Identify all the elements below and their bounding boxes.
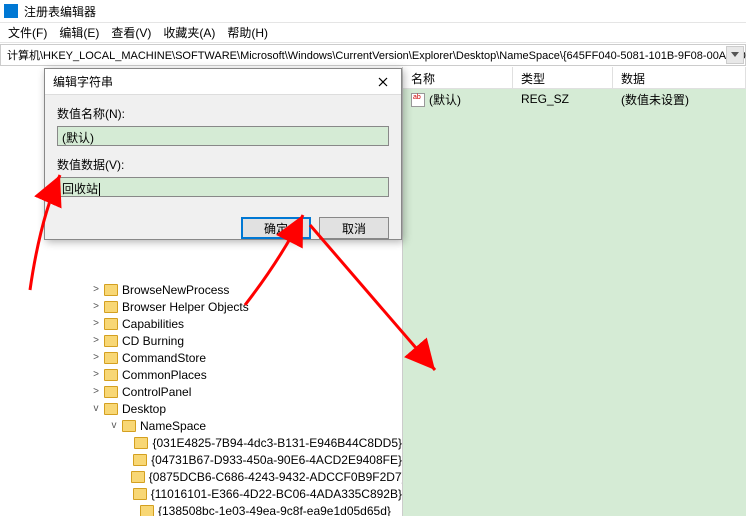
expander-icon[interactable]: v [108, 420, 120, 431]
expander-icon[interactable] [126, 454, 131, 465]
tree-item-label: {138508bc-1e03-49ea-9c8f-ea9e1d05d65d} [158, 504, 391, 517]
expander-icon[interactable] [126, 488, 131, 499]
folder-icon [104, 369, 118, 381]
tree-item[interactable]: > Browser Helper Objects [0, 298, 402, 315]
cell-type: REG_SZ [513, 90, 613, 108]
tree-item[interactable]: > CommonPlaces [0, 366, 402, 383]
folder-icon [104, 284, 118, 296]
tree-item[interactable]: v NameSpace [0, 417, 402, 434]
menu-favorites[interactable]: 收藏夹(A) [159, 23, 219, 42]
expander-icon[interactable]: v [90, 403, 102, 414]
tree-item-label: Browser Helper Objects [122, 300, 249, 314]
tree-item[interactable]: {0875DCB6-C686-4243-9432-ADCCF0B9F2D7} [0, 468, 402, 485]
window-title: 注册表编辑器 [24, 3, 96, 20]
cell-data: (数值未设置) [613, 89, 746, 110]
tree-item-label: {0875DCB6-C686-4243-9432-ADCCF0B9F2D7} [149, 470, 403, 484]
folder-icon [104, 318, 118, 330]
tree-item[interactable]: > BrowseNewProcess [0, 281, 402, 298]
expander-icon[interactable]: > [90, 318, 102, 329]
tree-item-label: CD Burning [122, 334, 184, 348]
tree-item[interactable]: > CommandStore [0, 349, 402, 366]
tree-item[interactable]: > ControlPanel [0, 383, 402, 400]
folder-icon [104, 352, 118, 364]
window-titlebar: 注册表编辑器 [0, 0, 746, 23]
address-dropdown-icon[interactable] [726, 46, 744, 64]
expander-icon[interactable] [126, 471, 129, 482]
edit-string-dialog: 编辑字符串 数值名称(N): (默认) 数值数据(V): 回收站 确定 取消 [44, 68, 402, 240]
values-panel[interactable]: 名称 类型 数据 (默认)REG_SZ(数值未设置) [403, 67, 746, 516]
values-header: 名称 类型 数据 [403, 67, 746, 89]
value-data-label: 数值数据(V): [57, 156, 389, 173]
tree-item[interactable]: v Desktop [0, 400, 402, 417]
dialog-titlebar[interactable]: 编辑字符串 [45, 69, 401, 95]
close-icon[interactable] [365, 69, 401, 95]
folder-icon [140, 505, 154, 517]
folder-icon [104, 386, 118, 398]
col-name[interactable]: 名称 [403, 67, 513, 88]
app-icon [4, 4, 18, 18]
folder-icon [104, 335, 118, 347]
ok-button[interactable]: 确定 [241, 217, 311, 239]
tree-item-label: NameSpace [140, 419, 206, 433]
cell-name: (默认) [403, 89, 513, 110]
expander-icon[interactable] [126, 437, 132, 448]
expander-icon[interactable]: > [90, 301, 102, 312]
folder-icon [104, 403, 118, 415]
tree-item-label: {031E4825-7B94-4dc3-B131-E946B44C8DD5} [152, 436, 402, 450]
tree-item[interactable]: {11016101-E366-4D22-BC06-4ADA335C892B} [0, 485, 402, 502]
tree-item[interactable]: > CD Burning [0, 332, 402, 349]
expander-icon[interactable]: > [90, 386, 102, 397]
expander-icon[interactable]: > [90, 335, 102, 346]
text-cursor-icon [99, 183, 100, 196]
menu-help[interactable]: 帮助(H) [223, 23, 272, 42]
value-data-field[interactable]: 回收站 [57, 177, 389, 197]
folder-icon [133, 488, 147, 500]
tree-item-label: {04731B67-D933-450a-90E6-4ACD2E9408FE} [151, 453, 402, 467]
string-value-icon [411, 93, 425, 107]
tree-item-label: Capabilities [122, 317, 184, 331]
tree-item[interactable]: {031E4825-7B94-4dc3-B131-E946B44C8DD5} [0, 434, 402, 451]
folder-icon [131, 471, 145, 483]
folder-icon [134, 437, 148, 449]
tree-item[interactable]: > Capabilities [0, 315, 402, 332]
menu-file[interactable]: 文件(F) [4, 23, 51, 42]
list-row[interactable]: (默认)REG_SZ(数值未设置) [403, 89, 746, 109]
menu-view[interactable]: 查看(V) [107, 23, 155, 42]
tree-item-label: Desktop [122, 402, 166, 416]
address-path: 计算机\HKEY_LOCAL_MACHINE\SOFTWARE\Microsof… [7, 47, 746, 63]
folder-icon [133, 454, 147, 466]
menubar: 文件(F) 编辑(E) 查看(V) 收藏夹(A) 帮助(H) [0, 23, 746, 43]
tree-item-label: {11016101-E366-4D22-BC06-4ADA335C892B} [151, 487, 402, 501]
folder-icon [104, 301, 118, 313]
col-data[interactable]: 数据 [613, 67, 746, 88]
expander-icon[interactable]: > [90, 369, 102, 380]
value-name-field[interactable]: (默认) [57, 126, 389, 146]
value-name-label: 数值名称(N): [57, 105, 389, 122]
expander-icon[interactable] [126, 505, 138, 516]
expander-icon[interactable]: > [90, 284, 102, 295]
tree-item-label: BrowseNewProcess [122, 283, 229, 297]
tree-item-label: ControlPanel [122, 385, 191, 399]
folder-icon [122, 420, 136, 432]
tree-item[interactable]: {04731B67-D933-450a-90E6-4ACD2E9408FE} [0, 451, 402, 468]
dialog-title: 编辑字符串 [53, 73, 113, 90]
tree-item-label: CommandStore [122, 351, 206, 365]
cancel-button[interactable]: 取消 [319, 217, 389, 239]
address-bar[interactable]: 计算机\HKEY_LOCAL_MACHINE\SOFTWARE\Microsof… [0, 44, 746, 66]
col-type[interactable]: 类型 [513, 67, 613, 88]
expander-icon[interactable]: > [90, 352, 102, 363]
menu-edit[interactable]: 编辑(E) [55, 23, 103, 42]
tree-item-label: CommonPlaces [122, 368, 207, 382]
